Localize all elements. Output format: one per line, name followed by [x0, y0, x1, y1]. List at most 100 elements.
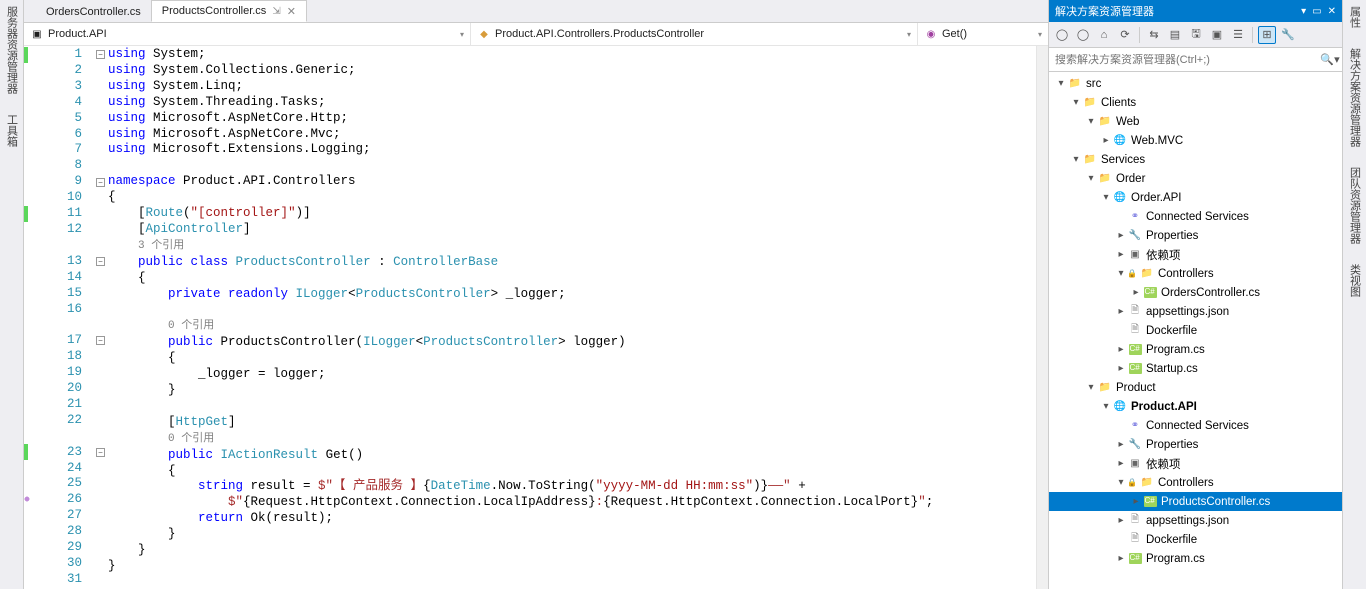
tree-item[interactable]: ▸🔧Properties: [1049, 226, 1342, 245]
fold-toggle[interactable]: −: [96, 50, 105, 59]
tree-item[interactable]: ▾🔒📁Controllers: [1049, 473, 1342, 492]
expand-toggle[interactable]: ▸: [1115, 458, 1127, 469]
pin-icon[interactable]: ▭: [1312, 6, 1321, 17]
tree-item[interactable]: ▸🌐Web.MVC: [1049, 131, 1342, 150]
tree-item[interactable]: ▾📁Product: [1049, 378, 1342, 397]
tree-item[interactable]: ▸C#OrdersController.cs: [1049, 283, 1342, 302]
nav-project[interactable]: ▣ Product.API ▾: [24, 23, 471, 45]
rail-tab[interactable]: 服务器资源管理器: [4, 6, 20, 94]
expand-toggle[interactable]: ▸: [1115, 230, 1127, 241]
expand-toggle[interactable]: ▾: [1085, 116, 1097, 127]
tree-item[interactable]: ⚭Connected Services: [1049, 416, 1342, 435]
project-icon: 🌐: [1112, 399, 1128, 415]
folder-icon: 📁: [1082, 95, 1098, 111]
dependencies-icon: ▣: [1127, 247, 1143, 263]
expand-toggle[interactable]: ▸: [1115, 363, 1127, 374]
tree-item-label: Dockerfile: [1146, 325, 1197, 337]
tree-item[interactable]: 🗎Dockerfile: [1049, 321, 1342, 340]
expand-toggle[interactable]: ▾: [1115, 268, 1127, 279]
tree-item[interactable]: ▾📁src: [1049, 74, 1342, 93]
expand-toggle[interactable]: ▸: [1115, 306, 1127, 317]
wrench-button[interactable]: 🔧: [1279, 26, 1297, 44]
cs-file-icon: C#: [1142, 494, 1158, 510]
tree-item[interactable]: ▸C#Program.cs: [1049, 340, 1342, 359]
tree-item-label: Clients: [1101, 97, 1136, 109]
expand-toggle[interactable]: ▾: [1085, 173, 1097, 184]
file-icon: 🗎: [1127, 513, 1143, 529]
tree-item[interactable]: ▸🔧Properties: [1049, 435, 1342, 454]
tree-item-label: ProductsController.cs: [1161, 496, 1270, 508]
prop-button[interactable]: ▣: [1208, 26, 1226, 44]
code-text-area[interactable]: using System;using System.Collections.Ge…: [108, 46, 1036, 589]
tree-item[interactable]: ▸🗎appsettings.json: [1049, 302, 1342, 321]
tree-item-label: Properties: [1146, 230, 1198, 242]
fold-toggle[interactable]: −: [96, 336, 105, 345]
save-button[interactable]: 🖫: [1187, 26, 1205, 44]
tree-button[interactable]: ⊞: [1258, 26, 1276, 44]
expand-toggle[interactable]: ▾: [1070, 154, 1082, 165]
tree-item[interactable]: ▾🌐Product.API: [1049, 397, 1342, 416]
tree-item-label: Web.MVC: [1131, 135, 1183, 147]
expand-toggle[interactable]: ▾: [1055, 78, 1067, 89]
expand-toggle[interactable]: ▾: [1100, 192, 1112, 203]
tree-item[interactable]: ▸C#Program.cs: [1049, 549, 1342, 568]
tree-item[interactable]: ▸▣依赖项: [1049, 454, 1342, 473]
all-button[interactable]: ☰: [1229, 26, 1247, 44]
nav-member[interactable]: ◉ Get() ▾: [918, 23, 1048, 45]
tree-item[interactable]: ▾📁Order: [1049, 169, 1342, 188]
tree-item[interactable]: ▾📁Clients: [1049, 93, 1342, 112]
tree-item[interactable]: ▸🗎appsettings.json: [1049, 511, 1342, 530]
document-tab[interactable]: ProductsController.cs⇲✕: [151, 0, 307, 22]
fold-toggle[interactable]: −: [96, 178, 105, 187]
rail-tab[interactable]: 工具箱: [4, 114, 20, 147]
pin-icon[interactable]: ⇲: [272, 6, 280, 17]
expand-toggle[interactable]: ▸: [1115, 553, 1127, 564]
close-icon[interactable]: ✕: [1328, 6, 1336, 17]
tree-item-label: OrdersController.cs: [1161, 287, 1260, 299]
tree-item[interactable]: ▾📁Web: [1049, 112, 1342, 131]
expand-toggle[interactable]: ▸: [1115, 439, 1127, 450]
tree-item[interactable]: ▸▣依赖项: [1049, 245, 1342, 264]
code-editor[interactable]: 123456789101112 13141516 171819202122 23…: [24, 46, 1048, 589]
nav-class[interactable]: ◆ Product.API.Controllers.ProductsContro…: [471, 23, 918, 45]
panel-title-bar[interactable]: 解决方案资源管理器 ▾ ▭ ✕: [1049, 0, 1342, 22]
fold-toggle[interactable]: −: [96, 257, 105, 266]
nav-project-label: Product.API: [48, 28, 107, 40]
document-tab[interactable]: OrdersController.cs: [36, 0, 151, 22]
tree-item[interactable]: 🗎Dockerfile: [1049, 530, 1342, 549]
expand-toggle[interactable]: ▸: [1115, 249, 1127, 260]
search-submit-icon[interactable]: 🔍▾: [1318, 53, 1342, 66]
fwd-button[interactable]: ◯: [1074, 26, 1092, 44]
tree-item[interactable]: ▾🌐Order.API: [1049, 188, 1342, 207]
tree-item[interactable]: ▾📁Services: [1049, 150, 1342, 169]
close-icon[interactable]: ✕: [287, 5, 296, 18]
home-button[interactable]: ⌂: [1095, 26, 1113, 44]
tree-item[interactable]: ⚭Connected Services: [1049, 207, 1342, 226]
expand-toggle[interactable]: ▸: [1115, 344, 1127, 355]
fold-toggle[interactable]: −: [96, 448, 105, 457]
tree-item[interactable]: ▸C#Startup.cs: [1049, 359, 1342, 378]
rail-tab[interactable]: 类视图: [1347, 264, 1363, 297]
dropdown-icon[interactable]: ▾: [1301, 6, 1306, 17]
expand-toggle[interactable]: ▾: [1115, 477, 1127, 488]
stack-button[interactable]: ▤: [1166, 26, 1184, 44]
connected-services-icon: ⚭: [1127, 418, 1143, 434]
expand-toggle[interactable]: ▸: [1130, 287, 1142, 298]
tree-item-label: Connected Services: [1146, 211, 1249, 223]
expand-toggle[interactable]: ▸: [1130, 496, 1142, 507]
back-button[interactable]: ◯: [1053, 26, 1071, 44]
rail-tab[interactable]: 团队资源管理器: [1347, 167, 1363, 244]
csproj-icon: ▣: [30, 27, 44, 41]
expand-toggle[interactable]: ▾: [1085, 382, 1097, 393]
sync-button[interactable]: ⇆: [1145, 26, 1163, 44]
tree-item[interactable]: ▾🔒📁Controllers: [1049, 264, 1342, 283]
refresh-button[interactable]: ⟳: [1116, 26, 1134, 44]
rail-tab[interactable]: 解决方案资源管理器: [1347, 48, 1363, 147]
expand-toggle[interactable]: ▾: [1070, 97, 1082, 108]
expand-toggle[interactable]: ▾: [1100, 401, 1112, 412]
search-input[interactable]: [1049, 54, 1318, 66]
rail-tab[interactable]: 属性: [1347, 6, 1363, 28]
tree-item[interactable]: ▸C#ProductsController.cs: [1049, 492, 1342, 511]
expand-toggle[interactable]: ▸: [1115, 515, 1127, 526]
expand-toggle[interactable]: ▸: [1100, 135, 1112, 146]
